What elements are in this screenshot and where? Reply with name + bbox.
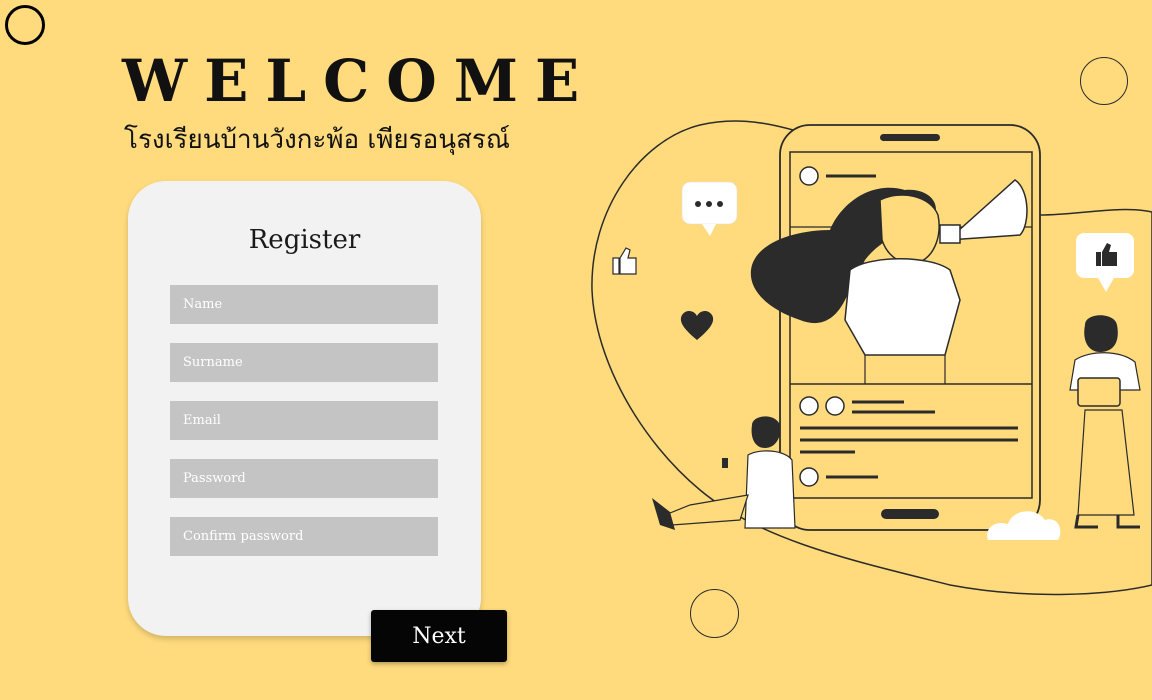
decorative-circle-top-left [5, 5, 45, 45]
woman-laptop-figure [1069, 315, 1141, 529]
chat-bubble-icon [681, 181, 738, 236]
register-title: Register [248, 225, 361, 255]
name-field[interactable] [170, 285, 438, 324]
register-card: Register [128, 181, 481, 636]
password-field[interactable] [170, 459, 438, 498]
next-button[interactable]: Next [371, 610, 507, 662]
decorative-circle-top-right [1080, 57, 1128, 105]
page-title: WELCOME [122, 47, 597, 115]
social-media-illustration [591, 120, 1152, 596]
school-name: โรงเรียนบ้านวังกะพ้อ เพียรอนุสรณ์ [124, 125, 510, 155]
confirm-password-field[interactable] [170, 517, 438, 556]
surname-field[interactable] [170, 343, 438, 382]
thumbs-up-icon [612, 247, 637, 275]
heart-icon [680, 310, 714, 340]
thumbs-up-bubble-icon [1076, 233, 1134, 292]
sitting-man-figure [652, 416, 796, 530]
email-field[interactable] [170, 401, 438, 440]
